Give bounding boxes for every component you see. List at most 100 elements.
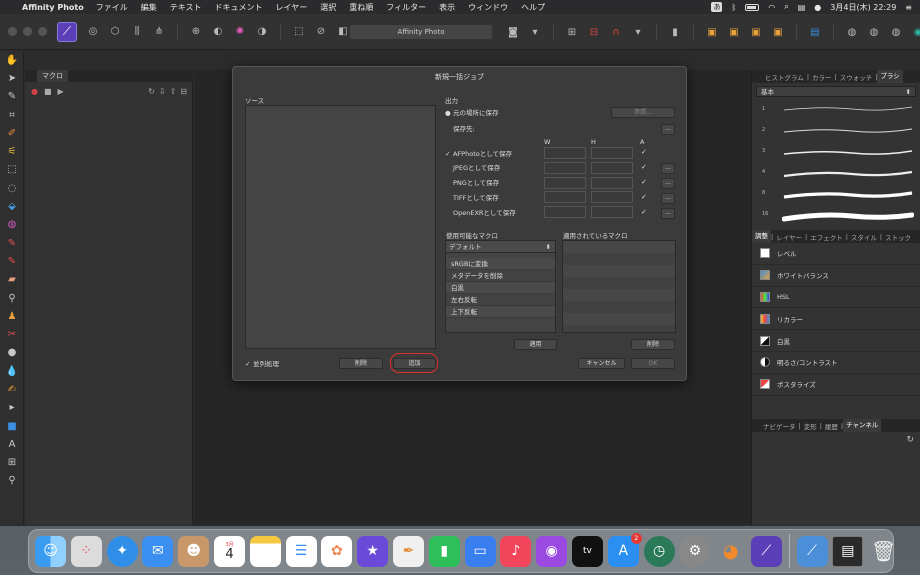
spotlight-search-icon[interactable]: ⌕: [784, 2, 788, 12]
format-afphoto-checkbox[interactable]: ✓ AFPhotoとして保存: [445, 148, 512, 158]
width-field[interactable]: [544, 162, 586, 174]
arrange-front-icon[interactable]: ▣: [770, 25, 786, 39]
pages-icon[interactable]: ✒: [392, 535, 424, 567]
blender-icon[interactable]: ◕: [715, 536, 746, 567]
user-icon[interactable]: ●: [814, 3, 821, 12]
menu-edit[interactable]: 編集: [141, 2, 157, 13]
tab-channels[interactable]: チャンネル: [843, 419, 882, 432]
tab-effects[interactable]: エフェクト: [807, 232, 846, 242]
menu-help[interactable]: ヘルプ: [521, 2, 545, 13]
affinity-photo-dock-icon[interactable]: ⟋: [750, 535, 782, 567]
reset-icon[interactable]: ↻: [148, 87, 155, 96]
openexr-options-button[interactable]: ...: [661, 208, 675, 219]
blur-brush-tool-icon[interactable]: 💧: [0, 362, 24, 380]
tab-histogram[interactable]: ヒストグラム: [762, 72, 807, 82]
safari-icon[interactable]: ✦: [106, 535, 138, 567]
brush-item[interactable]: 16: [752, 205, 920, 226]
mail-icon[interactable]: ✉: [142, 535, 174, 567]
tab-layers[interactable]: レイヤー: [773, 232, 805, 242]
magnet-icon[interactable]: ∩: [608, 25, 624, 39]
menu-window[interactable]: ウィンドウ: [468, 2, 508, 13]
trash-icon[interactable]: 🗑: [868, 536, 899, 567]
reminders-icon[interactable]: ☰: [285, 535, 317, 567]
refine-selection-icon[interactable]: ◍: [866, 25, 882, 39]
tab-adjustments[interactable]: 調整: [752, 230, 771, 243]
format-png-checkbox[interactable]: PNGとして保存: [445, 177, 499, 187]
reset-channels-icon[interactable]: ↻: [906, 435, 914, 445]
tab-transform[interactable]: 変形: [801, 421, 820, 431]
red-eye-tool-icon[interactable]: ●: [0, 344, 24, 362]
list-item[interactable]: 上下反転: [446, 306, 555, 318]
deselect-icon[interactable]: ⊘: [313, 25, 329, 39]
levels-icon[interactable]: ⊕: [188, 25, 204, 39]
tab-brushes[interactable]: ブラシ: [877, 70, 903, 83]
app-store-icon[interactable]: A 2: [607, 532, 642, 567]
tab-styles[interactable]: スタイル: [848, 232, 880, 242]
mask-mode-icon[interactable]: ◙: [505, 25, 521, 39]
delete-source-button[interactable]: 削除: [339, 358, 383, 369]
format-openexr-checkbox[interactable]: OpenEXRとして保存: [445, 207, 516, 217]
width-field[interactable]: [544, 191, 586, 203]
app-menu[interactable]: Affinity Photo: [22, 3, 84, 12]
notes-icon[interactable]: [249, 535, 281, 567]
list-item[interactable]: 白黒: [446, 282, 555, 294]
assistant-icon[interactable]: ▮: [667, 25, 683, 39]
grid-icon[interactable]: ⊞: [564, 25, 580, 39]
selection-brush-icon[interactable]: ◍: [888, 25, 904, 39]
brush-item[interactable]: 2: [752, 121, 920, 142]
color-picker-icon[interactable]: ◉: [910, 25, 920, 39]
format-jpeg-checkbox[interactable]: JPEGとして保存: [445, 162, 500, 172]
brush-item[interactable]: 8: [752, 184, 920, 205]
menu-view[interactable]: 表示: [439, 2, 455, 13]
save-to-more-button[interactable]: ...: [661, 124, 675, 135]
menu-filters[interactable]: フィルター: [386, 2, 426, 13]
adjustment-brightness-contrast[interactable]: 明るさ/コントラスト: [752, 352, 920, 374]
adjustment-hsl[interactable]: HSL: [752, 287, 920, 309]
width-field[interactable]: [544, 177, 586, 189]
marquee-tool-icon[interactable]: ⬚: [0, 161, 24, 179]
clock[interactable]: 3月4日(木) 22:29: [830, 2, 896, 13]
white-balance-icon[interactable]: ◑: [254, 25, 270, 39]
minimize-window-button[interactable]: [23, 27, 32, 36]
macro-library-select[interactable]: デフォルト ⬍: [446, 241, 555, 253]
ok-button[interactable]: OK: [631, 358, 675, 369]
aspect-lock-check-icon[interactable]: ✓: [641, 178, 647, 186]
list-item[interactable]: sRGBに変換: [446, 258, 555, 270]
dodge-tool-icon[interactable]: ⚲: [0, 289, 24, 307]
source-file-list[interactable]: [245, 105, 436, 349]
time-machine-icon[interactable]: ◷: [643, 535, 675, 567]
tab-swatches[interactable]: スウォッチ: [837, 72, 876, 82]
adjustment-black-white[interactable]: 白黒: [752, 330, 920, 352]
paint-brush-tool-icon[interactable]: ✎: [0, 234, 24, 252]
erase-brush-tool-icon[interactable]: ▰: [0, 271, 24, 289]
arrange-backward-icon[interactable]: ▣: [726, 25, 742, 39]
adjustment-levels[interactable]: レベル: [752, 243, 920, 265]
cancel-button[interactable]: キャンセル: [578, 358, 625, 369]
crop-tool-icon[interactable]: ⌗: [0, 106, 24, 124]
snapping-icon[interactable]: ⊟: [586, 25, 602, 39]
gradient-tool-icon[interactable]: ◍: [0, 216, 24, 234]
bluetooth-icon[interactable]: ᛒ: [731, 3, 736, 12]
height-field[interactable]: [591, 147, 633, 159]
tone-mapping-persona-icon[interactable]: ⫼: [129, 25, 145, 39]
import-icon[interactable]: ⇩: [159, 87, 166, 96]
flood-fill-tool-icon[interactable]: ⬙: [0, 197, 24, 215]
contacts-icon[interactable]: ☻: [178, 535, 210, 567]
arrange-back-icon[interactable]: ▣: [704, 25, 720, 39]
quick-mask-icon[interactable]: ◍: [844, 25, 860, 39]
aspect-lock-check-icon[interactable]: ✓: [641, 208, 647, 216]
mesh-warp-tool-icon[interactable]: ⊞: [0, 454, 24, 472]
notification-center-icon[interactable]: ≡: [905, 3, 912, 12]
input-method-indicator[interactable]: あ: [711, 2, 723, 12]
remove-macro-button[interactable]: 削除: [631, 339, 675, 350]
brush-item[interactable]: 3: [752, 142, 920, 163]
healing-brush-tool-icon[interactable]: ✂: [0, 325, 24, 343]
arrange-forward-icon[interactable]: ▣: [748, 25, 764, 39]
keynote-icon[interactable]: ▭: [464, 535, 496, 567]
color-replacement-tool-icon[interactable]: ✎: [0, 252, 24, 270]
width-field[interactable]: [544, 147, 586, 159]
snapping-dropdown-icon[interactable]: ▾: [630, 25, 646, 39]
export-icon[interactable]: ⇧: [170, 87, 177, 96]
liquify-persona-icon[interactable]: ◎: [85, 25, 101, 39]
menu-layer[interactable]: レイヤー: [276, 2, 308, 13]
